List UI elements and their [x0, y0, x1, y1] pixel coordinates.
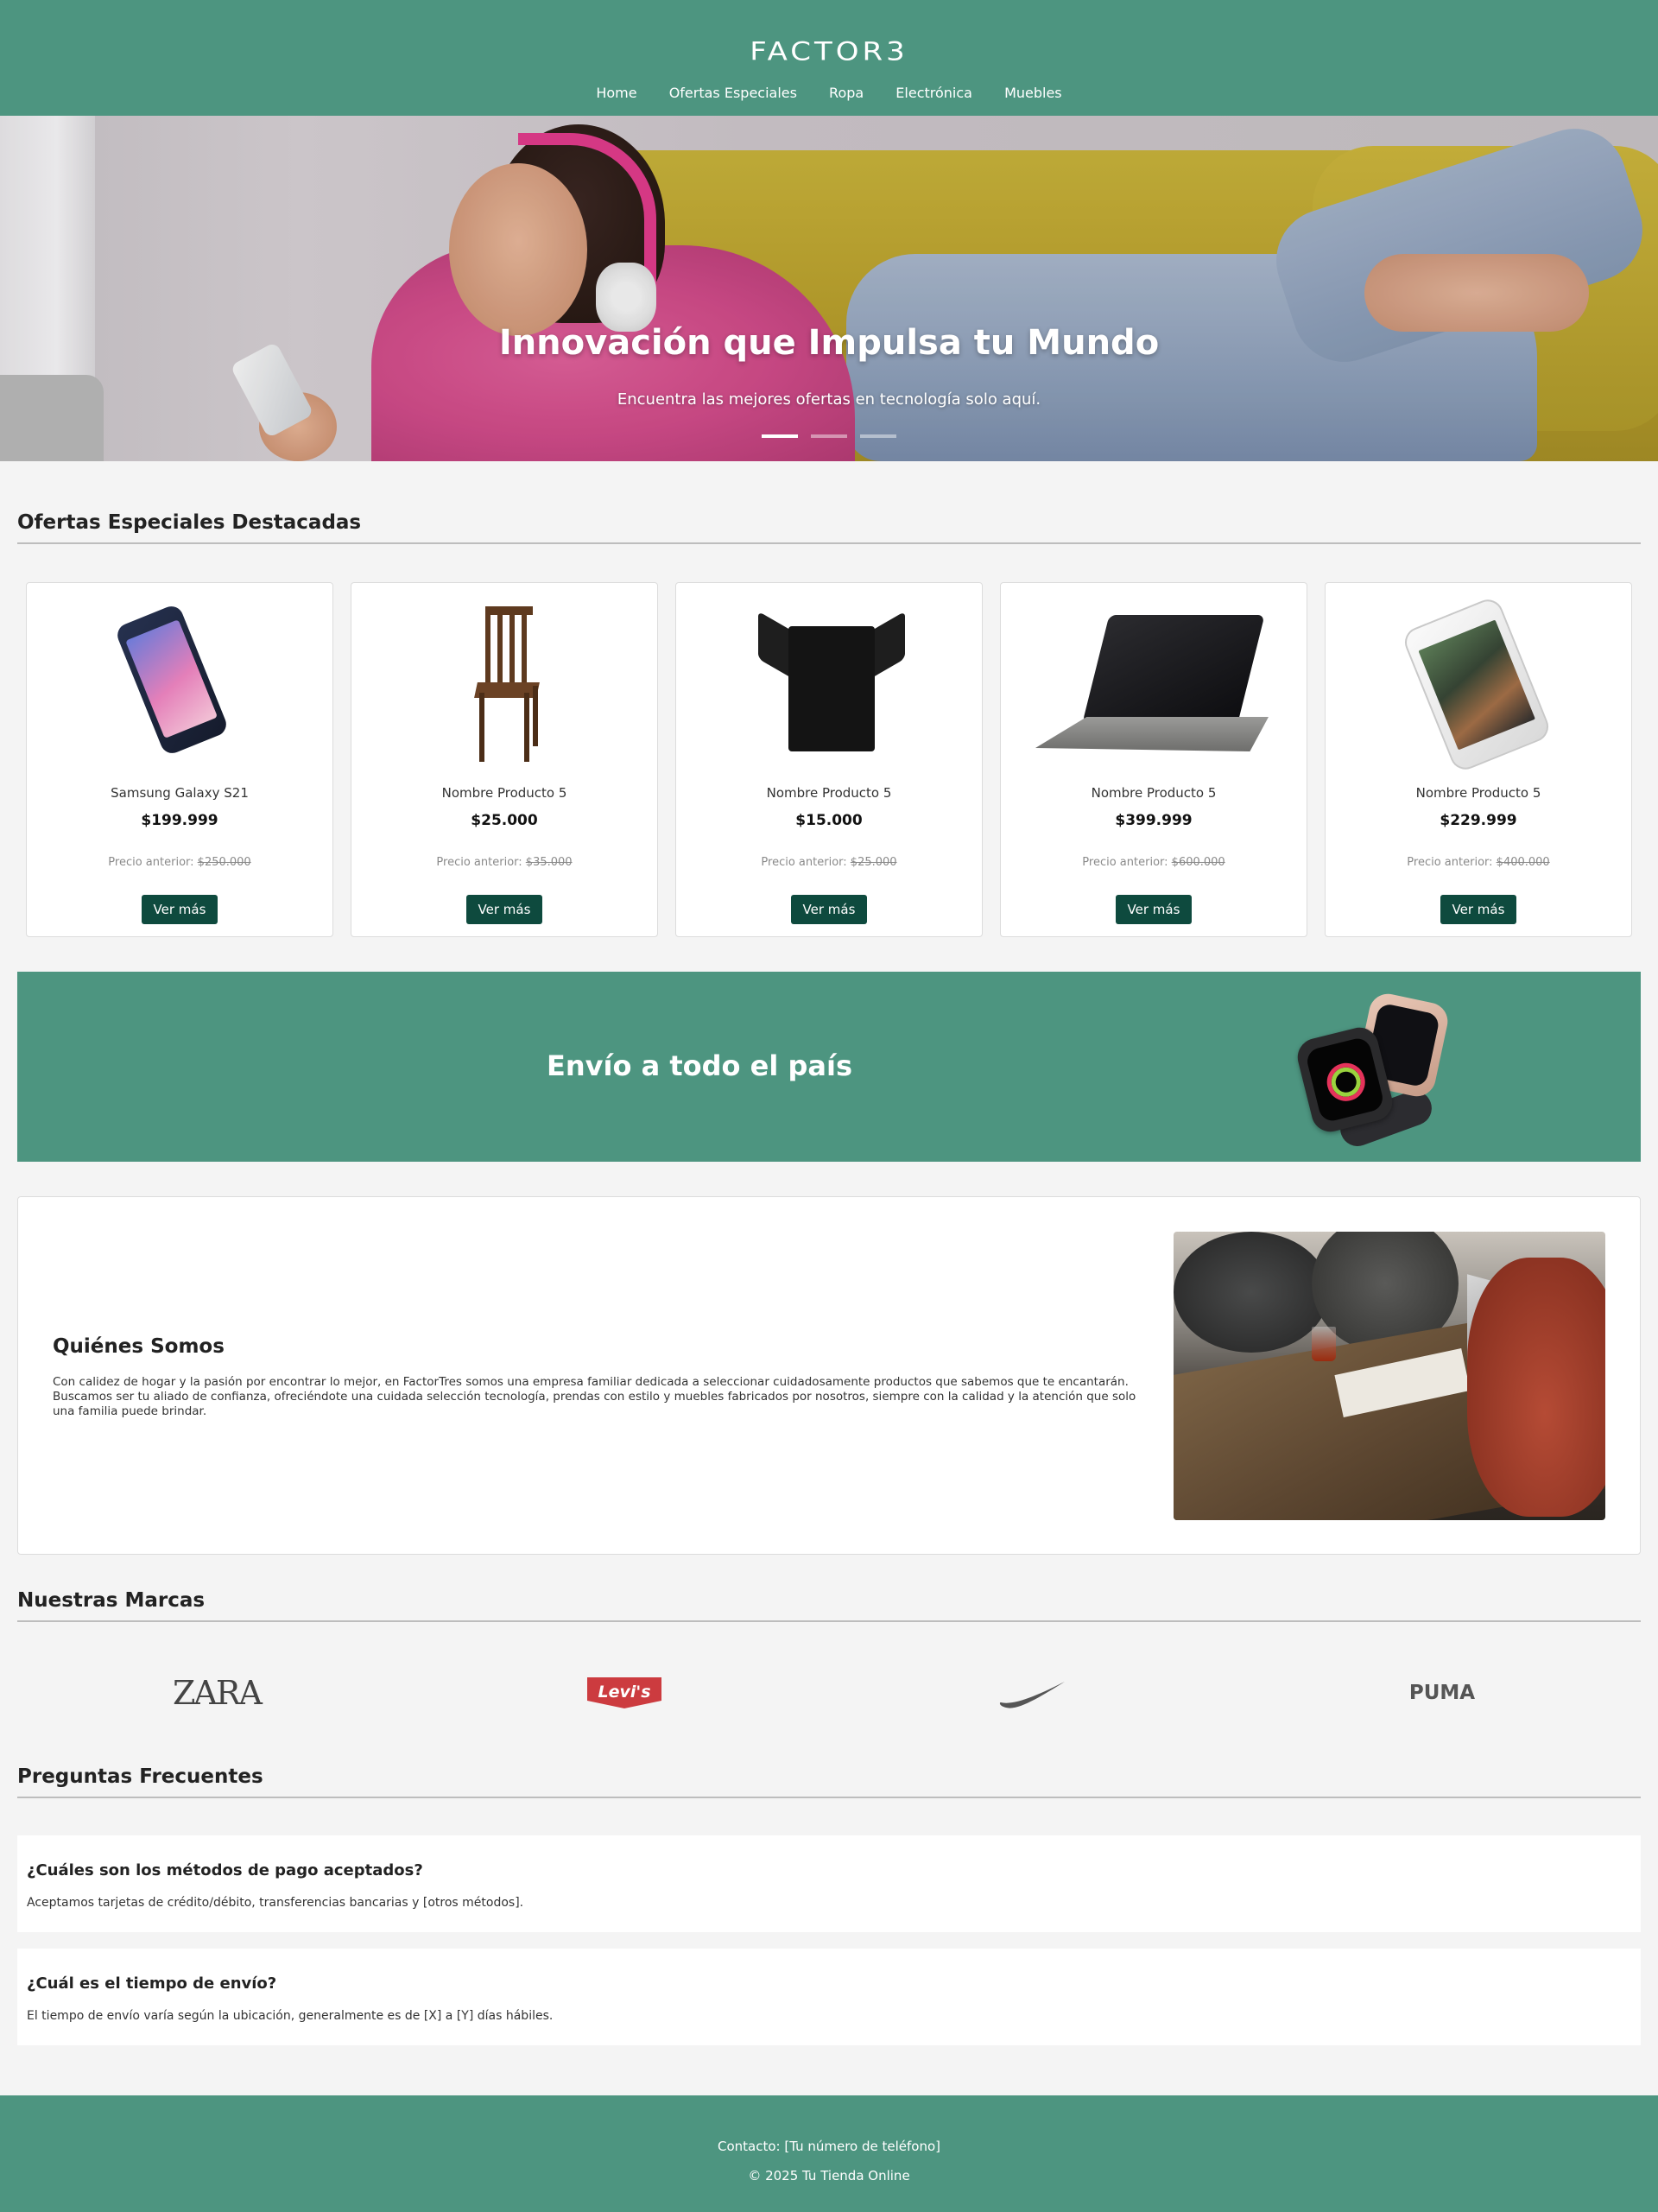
about-title: Quiénes Somos [53, 1335, 225, 1358]
product-card: Nombre Producto 5 $229.999 Precio anteri… [1325, 582, 1632, 937]
product-old-price: Precio anterior: $400.000 [1407, 856, 1550, 869]
product-image[interactable] [1326, 594, 1631, 775]
about-team-photo [1174, 1232, 1605, 1520]
site-footer: Contacto: [Tu número de teléfono] © 2025… [0, 2095, 1658, 2212]
offers-title: Ofertas Especiales Destacadas [17, 511, 1641, 544]
hero-subtitle: Encuentra las mejores ofertas en tecnolo… [617, 390, 1041, 409]
levis-logo[interactable]: Levi's [587, 1677, 661, 1708]
faq-item[interactable]: ¿Cuáles son los métodos de pago aceptado… [17, 1835, 1641, 1932]
main-nav: Home Ofertas Especiales Ropa Electrónica… [0, 85, 1658, 101]
faq-item[interactable]: ¿Cuál es el tiempo de envío? El tiempo d… [17, 1949, 1641, 2045]
product-name: Nombre Producto 5 [766, 785, 892, 801]
footer-contact: Contacto: [Tu número de teléfono] [717, 2139, 941, 2154]
about-text: Con calidez de hogar y la pasión por enc… [53, 1375, 1136, 1418]
product-price: $25.000 [471, 812, 538, 829]
hero-title: Innovación que Impulsa tu Mundo [498, 323, 1160, 363]
product-old-price: Precio anterior: $25.000 [761, 856, 897, 869]
product-card: Nombre Producto 5 $15.000 Precio anterio… [675, 582, 983, 937]
chair-icon [464, 606, 550, 762]
product-card: Nombre Producto 5 $25.000 Precio anterio… [351, 582, 658, 937]
product-image[interactable] [27, 602, 332, 757]
carousel-dot-1[interactable] [761, 434, 798, 438]
product-grid: Samsung Galaxy S21 $199.999 Precio anter… [26, 582, 1632, 937]
product-card: Nombre Producto 5 $399.999 Precio anteri… [1000, 582, 1307, 937]
site-header: FACTOR3 Home Ofertas Especiales Ropa Ele… [0, 0, 1658, 116]
faq-answer: Aceptamos tarjetas de crédito/débito, tr… [27, 1896, 524, 1910]
nav-item-muebles[interactable]: Muebles [1004, 85, 1062, 101]
product-price: $229.999 [1440, 812, 1517, 829]
nav-item-ofertas[interactable]: Ofertas Especiales [669, 85, 797, 101]
product-price: $199.999 [141, 812, 218, 829]
carousel-dot-2[interactable] [811, 434, 847, 438]
carousel-indicators [0, 425, 1658, 441]
product-old-price: Precio anterior: $600.000 [1082, 856, 1225, 869]
product-image[interactable] [351, 602, 657, 762]
view-more-button[interactable]: Ver más [466, 895, 542, 924]
nav-item-electronica[interactable]: Electrónica [895, 85, 972, 101]
view-more-button[interactable]: Ver más [1440, 895, 1516, 924]
hero-carousel[interactable]: Innovación que Impulsa tu Mundo Encuentr… [0, 116, 1658, 461]
product-name: Samsung Galaxy S21 [111, 785, 249, 801]
laptop-icon [1035, 615, 1269, 757]
smartwatch-icon [1294, 989, 1459, 1151]
faq-answer: El tiempo de envío varía según la ubicac… [27, 2009, 554, 2023]
faq-title: Preguntas Frecuentes [17, 1765, 1641, 1798]
site-logo[interactable]: FACTOR3 [0, 35, 1658, 69]
product-old-price: Precio anterior: $35.000 [436, 856, 573, 869]
product-image[interactable] [1001, 602, 1307, 757]
carousel-dot-3[interactable] [860, 434, 897, 438]
product-name: Nombre Producto 5 [1415, 785, 1541, 801]
product-price: $399.999 [1115, 812, 1193, 829]
zara-logo[interactable]: ZARA [173, 1667, 263, 1719]
iphone-icon [1400, 594, 1554, 775]
about-section: Quiénes Somos Con calidez de hogar y la … [17, 1196, 1641, 1555]
product-price: $15.000 [795, 812, 863, 829]
faq-question: ¿Cuáles son los métodos de pago aceptado… [27, 1861, 423, 1879]
product-old-price: Precio anterior: $250.000 [108, 856, 251, 869]
footer-copyright: © 2025 Tu Tienda Online [748, 2168, 910, 2183]
brands-row: ZARA Levi's PUMA [0, 1667, 1658, 1719]
brands-title: Nuestras Marcas [17, 1589, 1641, 1622]
smartphone-icon [113, 602, 231, 757]
tshirt-icon [758, 611, 905, 751]
shipping-banner: Envío a todo el país [17, 972, 1641, 1162]
puma-logo[interactable]: PUMA [1408, 1667, 1477, 1719]
view-more-button[interactable]: Ver más [791, 895, 867, 924]
view-more-button[interactable]: Ver más [1116, 895, 1192, 924]
nav-item-home[interactable]: Home [596, 85, 636, 101]
product-image[interactable] [676, 602, 982, 757]
product-name: Nombre Producto 5 [1091, 785, 1217, 801]
nav-item-ropa[interactable]: Ropa [829, 85, 864, 101]
view-more-button[interactable]: Ver más [142, 895, 218, 924]
nike-logo[interactable] [993, 1667, 1071, 1719]
shipping-title: Envío a todo el país [547, 1049, 852, 1082]
product-name: Nombre Producto 5 [441, 785, 567, 801]
hero-overlay [0, 116, 1658, 461]
faq-question: ¿Cuál es el tiempo de envío? [27, 1974, 277, 1993]
product-card: Samsung Galaxy S21 $199.999 Precio anter… [26, 582, 333, 937]
